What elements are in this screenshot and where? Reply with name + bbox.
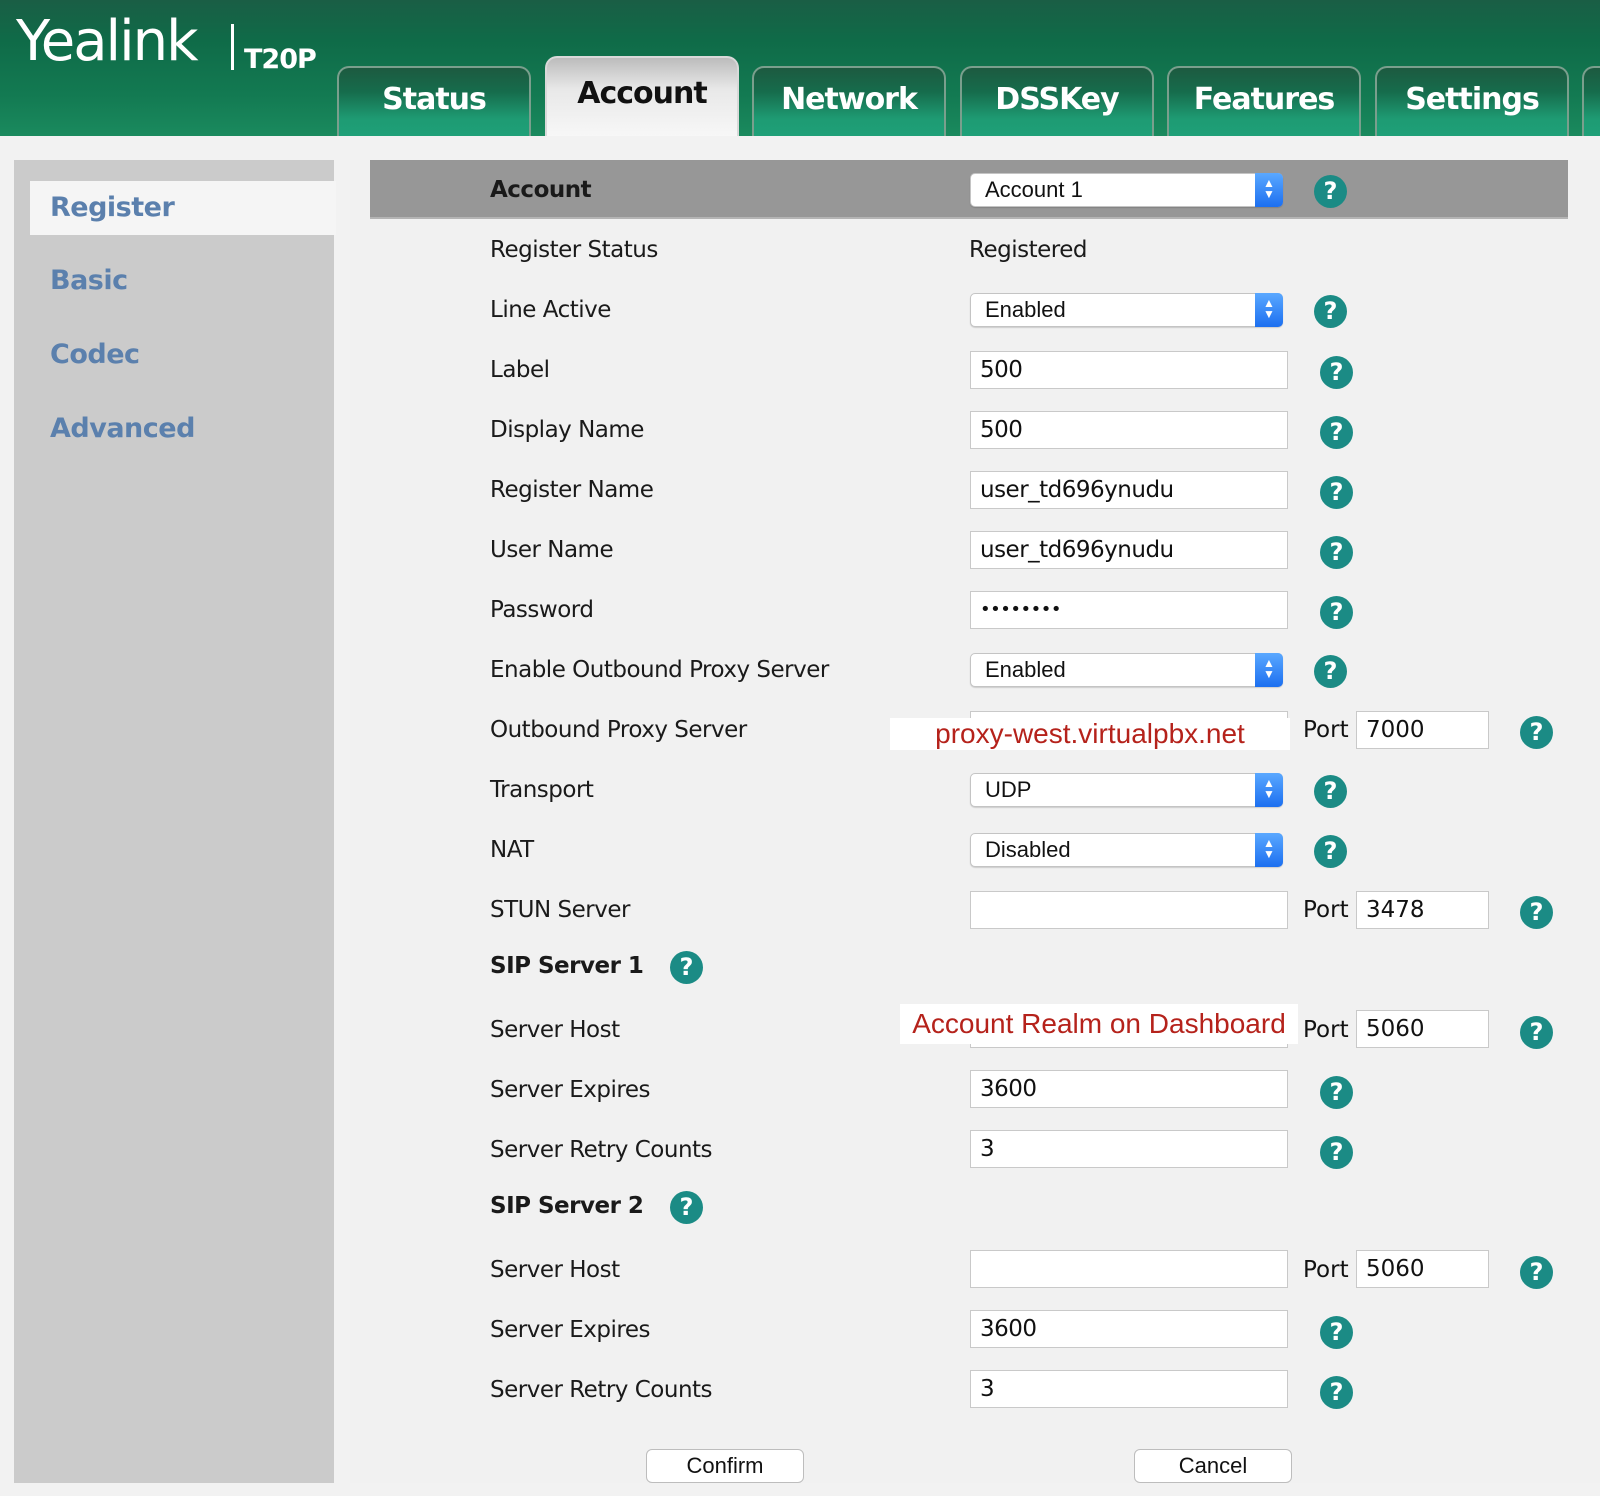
sip1-port-label: Port [1303, 1017, 1349, 1043]
outbound-proxy-port-input[interactable]: 7000 [1356, 711, 1489, 749]
enable-outbound-proxy-select[interactable]: Enabled ▲ ▼ [970, 653, 1283, 687]
register-name-input[interactable]: user_td696ynudu [970, 471, 1288, 509]
sip1-server-expires-input[interactable]: 3600 [970, 1070, 1288, 1108]
stun-server-input[interactable] [970, 891, 1288, 929]
help-icon[interactable]: ? [1520, 1016, 1553, 1049]
enable-outbound-proxy-label: Enable Outbound Proxy Server [490, 657, 829, 683]
register-status-value: Registered [969, 237, 1087, 263]
nat-label: NAT [490, 837, 534, 863]
enable-outbound-proxy-value: Enabled [985, 657, 1066, 682]
tab-network[interactable]: Network [752, 66, 946, 136]
help-icon[interactable]: ? [1320, 416, 1353, 449]
sip1-retry-counts-input[interactable]: 3 [970, 1130, 1288, 1168]
help-icon[interactable]: ? [1314, 175, 1347, 208]
user-name-input[interactable]: user_td696ynudu [970, 531, 1288, 569]
help-icon[interactable]: ? [1320, 1136, 1353, 1169]
label-field-label: Label [490, 357, 550, 383]
help-icon[interactable]: ? [1320, 1076, 1353, 1109]
line-active-label: Line Active [490, 297, 611, 323]
password-input[interactable]: •••••••• [970, 591, 1288, 629]
help-icon[interactable]: ? [1320, 356, 1353, 389]
nat-value: Disabled [985, 837, 1071, 862]
select-arrows-icon: ▲ ▼ [1255, 293, 1283, 327]
sip2-port-label: Port [1303, 1257, 1349, 1283]
sip1-server-host-label: Server Host [490, 1017, 620, 1043]
yealink-logo: Yealink [16, 9, 199, 74]
help-icon[interactable]: ? [1314, 835, 1347, 868]
account-label: Account [490, 177, 592, 203]
model-label: T20P [244, 44, 317, 75]
tab-features[interactable]: Features [1167, 66, 1361, 136]
account-select-value: Account 1 [985, 177, 1083, 202]
nat-select[interactable]: Disabled ▲ ▼ [970, 833, 1283, 867]
sip1-server-expires-label: Server Expires [490, 1077, 650, 1103]
stun-port-input[interactable]: 3478 [1356, 891, 1489, 929]
sip2-port-input[interactable]: 5060 [1356, 1250, 1489, 1288]
sip2-retry-counts-label: Server Retry Counts [490, 1377, 713, 1403]
tab-settings[interactable]: Settings [1375, 66, 1569, 136]
stun-server-label: STUN Server [490, 897, 630, 923]
tab-dsskey[interactable]: DSSKey [960, 66, 1154, 136]
sidebar-item-register[interactable]: Register [30, 181, 336, 235]
help-icon[interactable]: ? [1520, 896, 1553, 929]
transport-label: Transport [490, 777, 594, 803]
line-active-select[interactable]: Enabled ▲ ▼ [970, 293, 1283, 327]
sip1-port-input[interactable]: 5060 [1356, 1010, 1489, 1048]
help-icon[interactable]: ? [1320, 536, 1353, 569]
header-bar: Yealink T20P Status Account Network DSSK… [0, 0, 1600, 136]
transport-value: UDP [985, 777, 1032, 802]
select-arrows-icon: ▲ ▼ [1255, 833, 1283, 867]
sip2-server-expires-label: Server Expires [490, 1317, 650, 1343]
transport-select[interactable]: UDP ▲ ▼ [970, 773, 1283, 807]
display-name-input[interactable]: 500 [970, 411, 1288, 449]
sip2-server-host-label: Server Host [490, 1257, 620, 1283]
select-arrows-icon: ▲ ▼ [1255, 173, 1283, 207]
password-label: Password [490, 597, 594, 623]
outbound-proxy-annotation: proxy-west.virtualpbx.net [890, 718, 1290, 750]
confirm-button[interactable]: Confirm [646, 1449, 804, 1483]
tab-account[interactable]: Account [545, 56, 739, 136]
select-arrows-icon: ▲ ▼ [1255, 773, 1283, 807]
tab-status[interactable]: Status [337, 66, 531, 136]
register-name-label: Register Name [490, 477, 654, 503]
sip2-server-expires-input[interactable]: 3600 [970, 1310, 1288, 1348]
user-name-label: User Name [490, 537, 614, 563]
help-icon[interactable]: ? [1520, 1256, 1553, 1289]
help-icon[interactable]: ? [1320, 476, 1353, 509]
sip1-retry-counts-label: Server Retry Counts [490, 1137, 713, 1163]
sip2-server-host-input[interactable] [970, 1250, 1288, 1288]
tab-overflow[interactable] [1582, 66, 1600, 136]
stun-port-label: Port [1303, 897, 1349, 923]
help-icon[interactable]: ? [1314, 295, 1347, 328]
logo-divider [231, 24, 234, 70]
label-input[interactable]: 500 [970, 351, 1288, 389]
help-icon[interactable]: ? [670, 951, 703, 984]
sidebar-item-advanced[interactable]: Advanced [30, 402, 334, 456]
help-icon[interactable]: ? [1314, 655, 1347, 688]
sip-server-1-heading: SIP Server 1 [490, 953, 644, 979]
help-icon[interactable]: ? [1320, 596, 1353, 629]
outbound-proxy-label: Outbound Proxy Server [490, 717, 747, 743]
account-select[interactable]: Account 1 ▲ ▼ [970, 173, 1283, 207]
help-icon[interactable]: ? [1520, 716, 1553, 749]
sip-server-2-heading: SIP Server 2 [490, 1193, 644, 1219]
help-icon[interactable]: ? [1314, 775, 1347, 808]
cancel-button[interactable]: Cancel [1134, 1449, 1292, 1483]
display-name-label: Display Name [490, 417, 644, 443]
sidebar-item-codec[interactable]: Codec [30, 328, 334, 382]
help-icon[interactable]: ? [1320, 1316, 1353, 1349]
help-icon[interactable]: ? [1320, 1376, 1353, 1409]
outbound-proxy-port-label: Port [1303, 717, 1349, 743]
sip2-retry-counts-input[interactable]: 3 [970, 1370, 1288, 1408]
sidebar-item-basic[interactable]: Basic [30, 254, 334, 308]
help-icon[interactable]: ? [670, 1191, 703, 1224]
sip1-server-host-annotation: Account Realm on Dashboard [900, 1004, 1298, 1044]
line-active-value: Enabled [985, 297, 1066, 322]
select-arrows-icon: ▲ ▼ [1255, 653, 1283, 687]
register-status-label: Register Status [490, 237, 658, 263]
